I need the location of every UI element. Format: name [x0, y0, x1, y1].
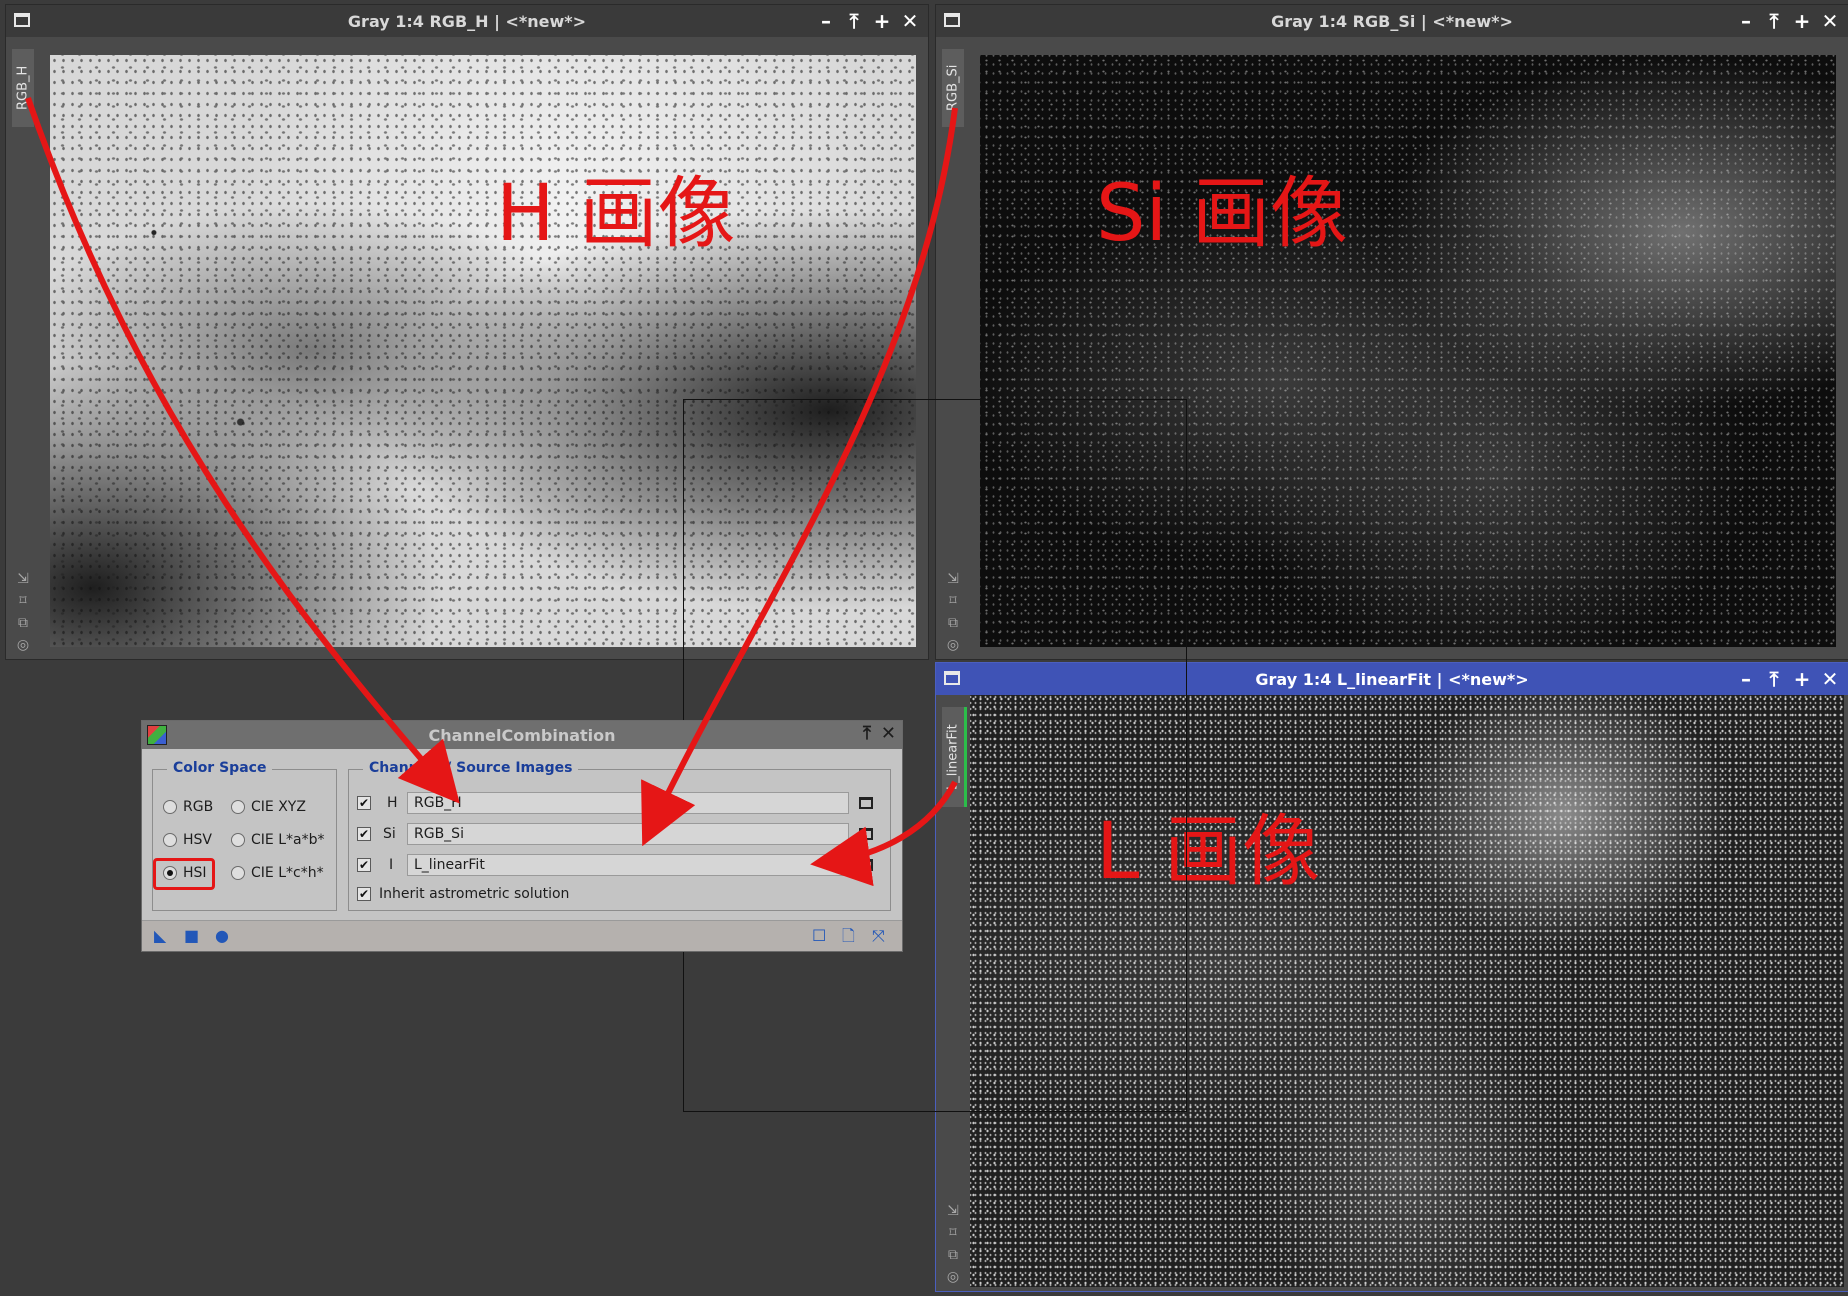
channel-i-select-view-icon[interactable]: [859, 859, 873, 871]
channel-si-source-field[interactable]: RGB_Si: [407, 823, 849, 845]
inherit-astrometric-label: Inherit astrometric solution: [379, 886, 570, 902]
channels-group: Channels / Source Images ✔ H RGB_H ✔ Si …: [348, 760, 891, 911]
channel-h-select-view-icon[interactable]: [859, 797, 873, 809]
process-icon: [147, 725, 167, 745]
apply-icon[interactable]: ●: [215, 928, 229, 944]
radio-dot: [163, 800, 177, 814]
dialog-titlebar[interactable]: ChannelCombination ⤒ ✕: [142, 721, 902, 749]
target-icon[interactable]: ◎: [947, 1269, 959, 1285]
edit-instance-icon[interactable]: 🗋: [842, 928, 855, 944]
close-icon[interactable]: ✕: [1820, 9, 1840, 33]
minimize-icon[interactable]: –: [1736, 9, 1756, 33]
radio-dot: [231, 833, 245, 847]
zoom-area-icon[interactable]: ⌑: [19, 593, 26, 609]
maximize-icon[interactable]: +: [872, 9, 892, 33]
annotation-si-image: Si 画像: [1096, 169, 1348, 259]
target-icon[interactable]: ◎: [17, 637, 29, 653]
minimize-icon[interactable]: –: [1736, 667, 1756, 691]
channel-h-label: H: [387, 795, 398, 811]
channel-i-label: I: [389, 857, 394, 873]
apply-global-icon[interactable]: ■: [184, 928, 199, 944]
shade-icon[interactable]: ⤒: [844, 9, 864, 33]
clone-view-icon[interactable]: ⧉: [18, 615, 28, 631]
channel-si-select-view-icon[interactable]: [859, 828, 873, 840]
view-tab-rgb-h[interactable]: RGB_H: [12, 49, 34, 127]
radio-hsv[interactable]: HSV: [163, 832, 212, 848]
minimize-icon[interactable]: –: [816, 9, 836, 33]
close-icon[interactable]: ✕: [1820, 667, 1840, 691]
annotation-h-image: H 画像: [496, 169, 736, 259]
channel-i-source-field[interactable]: L_linearFit: [407, 854, 849, 876]
channel-si-label: Si: [383, 826, 396, 842]
maximize-icon[interactable]: +: [1792, 9, 1812, 33]
window-menu-icon[interactable]: [944, 13, 960, 27]
window-title: Gray 1:4 RGB_Si | <*new*>: [1271, 11, 1513, 31]
radio-dot: [163, 833, 177, 847]
radio-rgb[interactable]: RGB: [163, 799, 213, 815]
radio-dot: [231, 800, 245, 814]
radio-dot: [231, 866, 245, 880]
channel-combination-dialog[interactable]: ChannelCombination ⤒ ✕ Color Space RGB C…: [141, 720, 903, 952]
window-title: Gray 1:4 L_linearFit | <*new*>: [1255, 669, 1529, 689]
view-tab-rgb-si[interactable]: RGB_Si: [942, 49, 964, 127]
shade-icon[interactable]: ⤒: [1764, 9, 1784, 33]
hsi-highlight-box: [153, 858, 215, 890]
radio-cie-xyz[interactable]: CIE XYZ: [231, 799, 306, 815]
window-title: Gray 1:4 RGB_H | <*new*>: [347, 11, 587, 31]
reset-icon[interactable]: ⤧: [872, 928, 885, 944]
shade-icon[interactable]: ⤒: [863, 723, 871, 744]
view-side-strip: RGB_H ⇲ ⌑ ⧉ ◎: [6, 37, 40, 659]
radio-cie-lab[interactable]: CIE L*a*b*: [231, 832, 324, 848]
new-instance-icon[interactable]: ◣: [154, 928, 166, 944]
color-space-title: Color Space: [167, 760, 273, 776]
fit-view-icon[interactable]: ⇲: [947, 1203, 959, 1219]
clone-view-icon[interactable]: ⧉: [948, 1247, 958, 1263]
channel-i-checkbox[interactable]: ✔: [357, 858, 371, 872]
shade-icon[interactable]: ⤒: [1764, 667, 1784, 691]
close-icon[interactable]: ✕: [900, 9, 920, 33]
channel-h-source-field[interactable]: RGB_H: [407, 792, 849, 814]
browse-documentation-icon[interactable]: ☐: [812, 928, 826, 944]
inherit-astrometric-checkbox[interactable]: ✔: [357, 887, 371, 901]
channel-h-checkbox[interactable]: ✔: [357, 796, 371, 810]
maximize-icon[interactable]: +: [1792, 667, 1812, 691]
dialog-footer: ◣ ■ ● ☐ 🗋 ⤧: [142, 920, 902, 951]
channels-title: Channels / Source Images: [363, 760, 579, 776]
radio-cie-lch[interactable]: CIE L*c*h*: [231, 865, 324, 881]
window-menu-icon[interactable]: [14, 13, 30, 27]
fit-view-icon[interactable]: ⇲: [17, 571, 29, 587]
dialog-title: ChannelCombination: [428, 725, 616, 745]
channel-si-checkbox[interactable]: ✔: [357, 827, 371, 841]
close-icon[interactable]: ✕: [881, 723, 896, 744]
zoom-area-icon[interactable]: ⌑: [949, 1225, 956, 1241]
window-titlebar[interactable]: Gray 1:4 RGB_Si | <*new*> – ⤒ + ✕: [936, 5, 1848, 37]
window-titlebar[interactable]: Gray 1:4 RGB_H | <*new*> – ⤒ + ✕: [6, 5, 928, 37]
